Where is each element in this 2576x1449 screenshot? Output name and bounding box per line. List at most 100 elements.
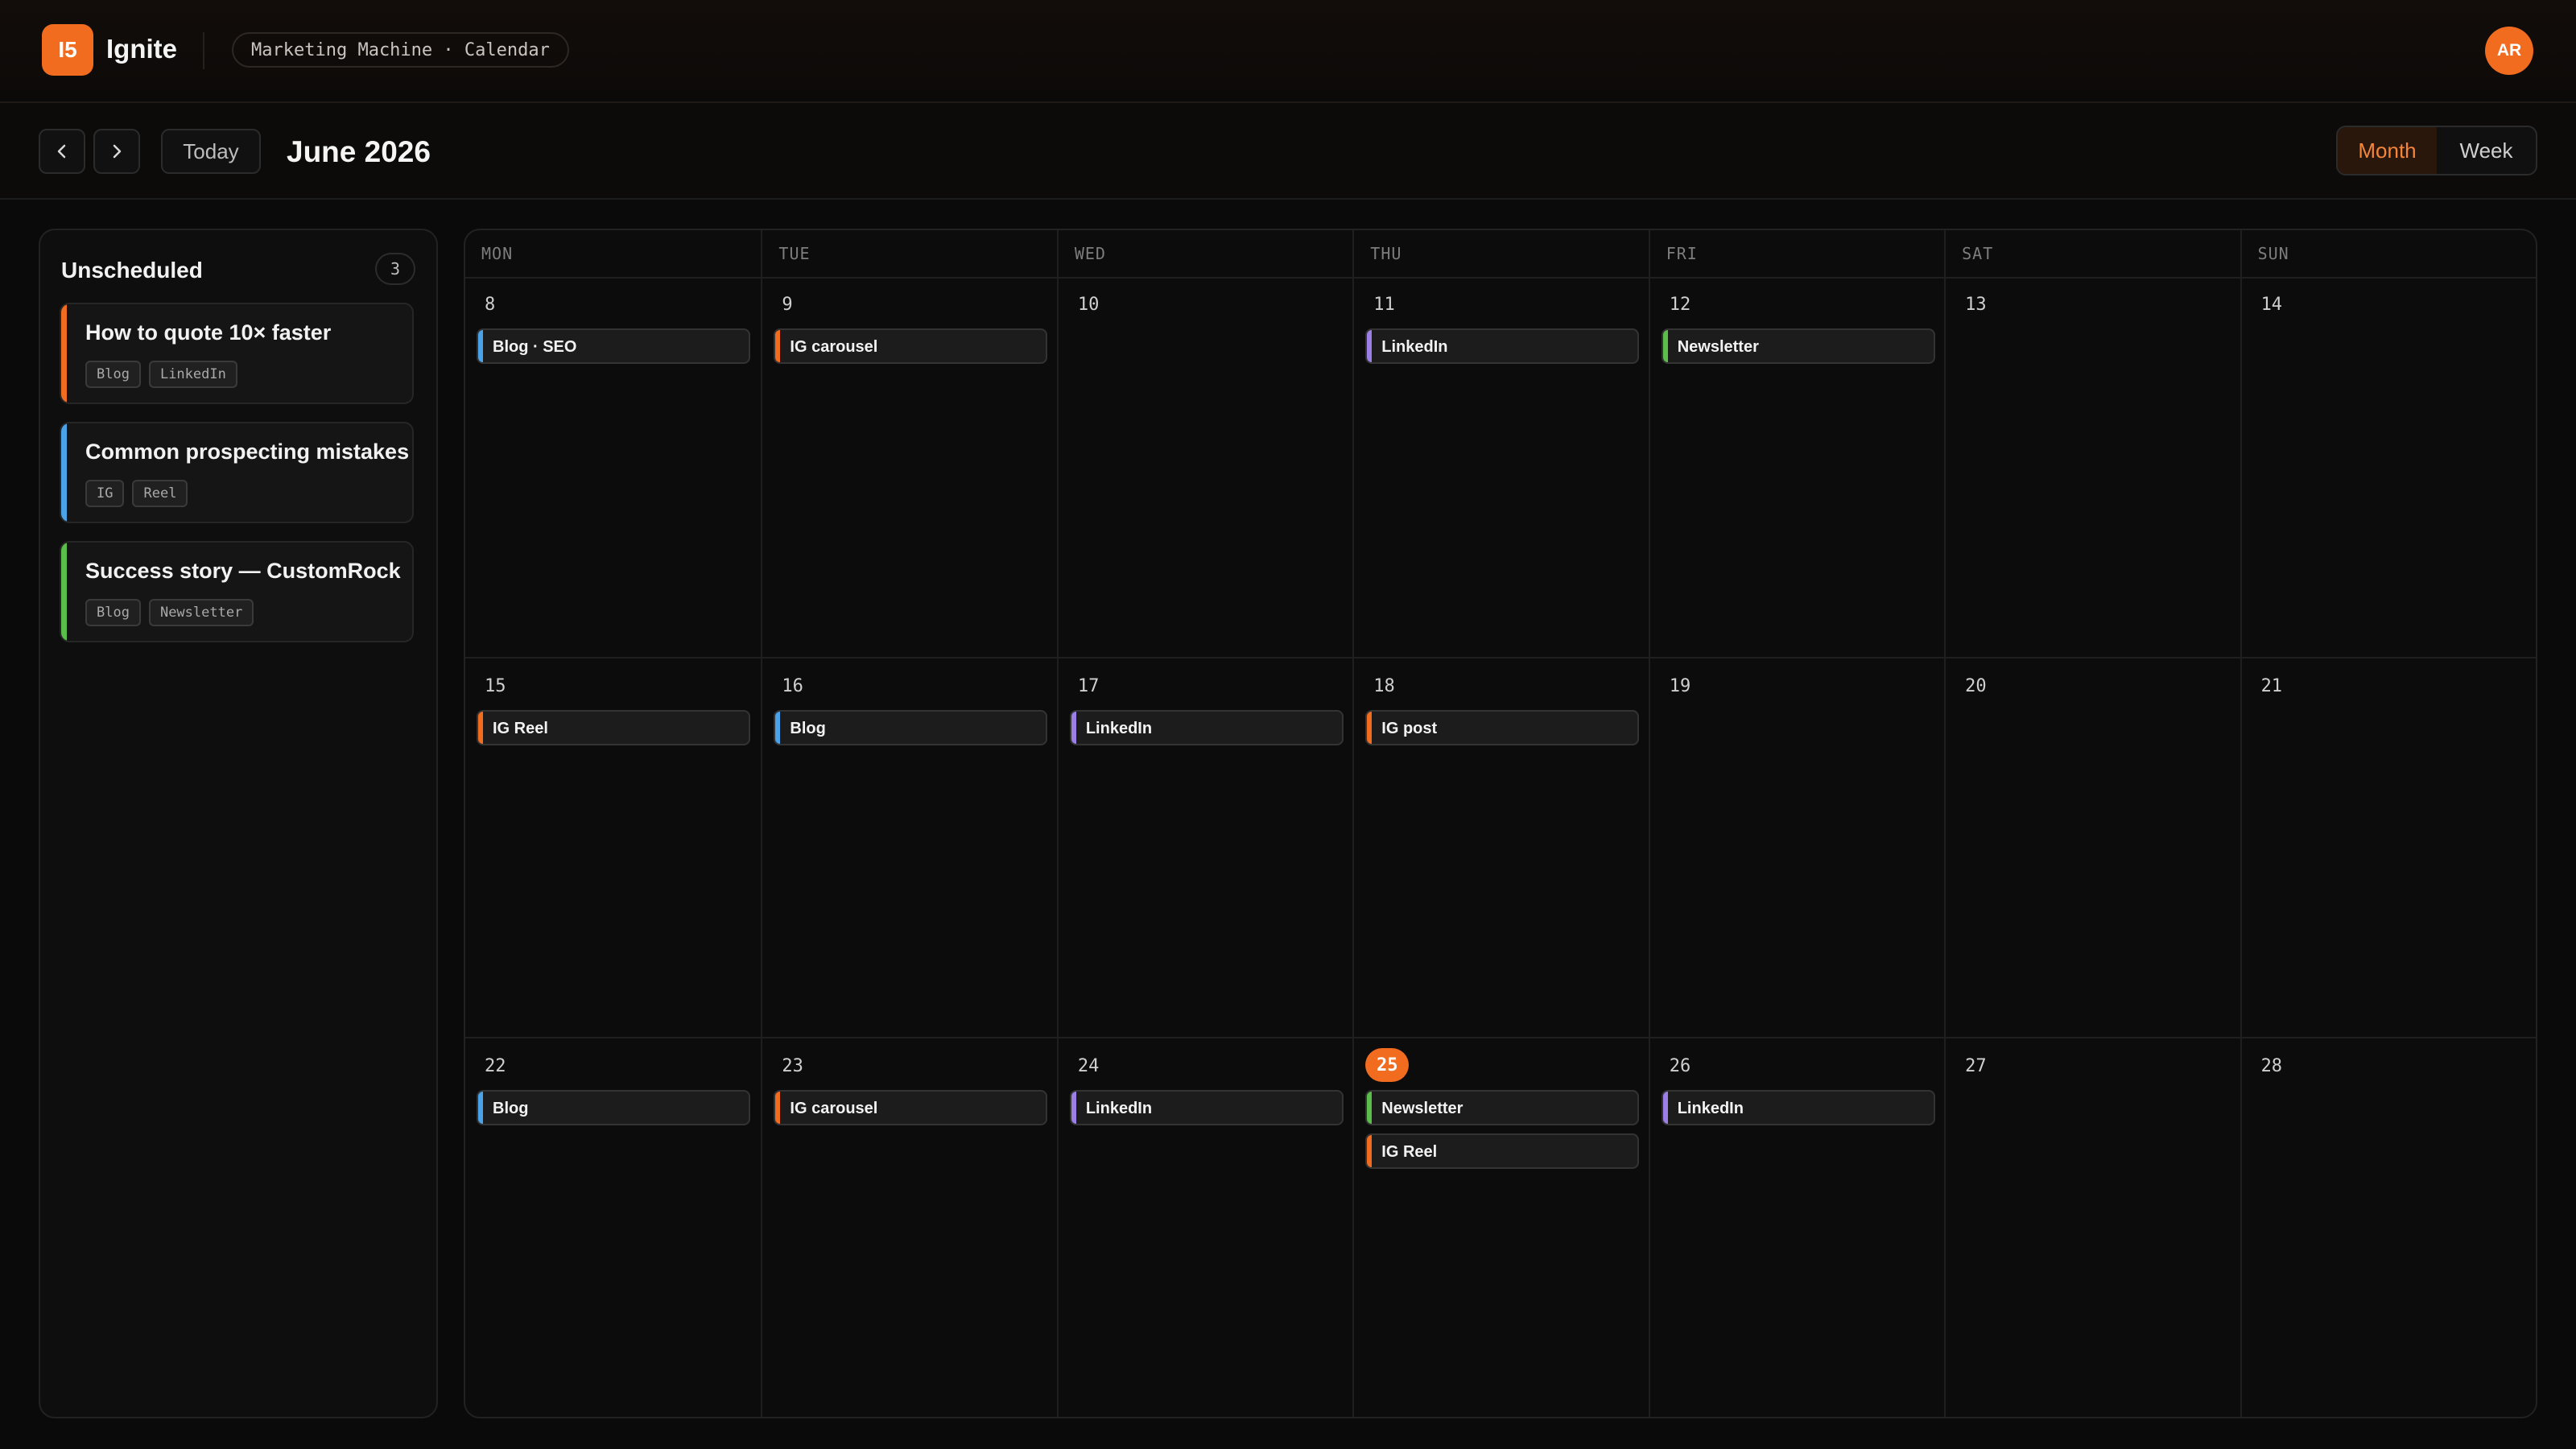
event-label: Newsletter [1381, 1100, 1463, 1117]
event-color-bar [1662, 1092, 1668, 1124]
day-cell[interactable]: 11 LinkedIn [1352, 277, 1648, 657]
event-chip[interactable]: IG Reel [1365, 1133, 1640, 1169]
day-cell[interactable]: 9 IG carousel [761, 277, 1056, 657]
tag: Reel [132, 480, 188, 507]
day-number: 11 [1373, 295, 1395, 315]
event-chip[interactable]: LinkedIn [1069, 710, 1344, 745]
event-chip[interactable]: Newsletter [1365, 1090, 1640, 1125]
day-cell[interactable]: 8 Blog · SEO [465, 277, 761, 657]
chevron-right-icon [113, 144, 122, 159]
top-bar: I5 Ignite Marketing Machine · Calendar A… [0, 0, 2576, 103]
day-cell[interactable]: 17 LinkedIn [1056, 657, 1353, 1037]
count-badge: 3 [375, 253, 415, 285]
day-number: 24 [1077, 1056, 1100, 1076]
unscheduled-card[interactable]: How to quote 10× faster Blog LinkedIn [60, 303, 414, 404]
day-cell[interactable]: 21 [2240, 657, 2536, 1037]
weekday-label: FRI [1648, 230, 1944, 277]
day-number: 9 [782, 295, 793, 315]
day-number: 22 [485, 1056, 506, 1076]
day-cell[interactable]: 18 IG post [1352, 657, 1649, 1037]
event-chip[interactable]: Blog [774, 710, 1048, 745]
day-cell[interactable]: 15 IG Reel [465, 657, 762, 1037]
event-color-bar [1367, 1135, 1373, 1167]
unscheduled-card[interactable]: Common prospecting mistakes IG Reel [60, 422, 414, 523]
day-cell[interactable]: 19 [1648, 657, 1945, 1037]
day-number: 23 [782, 1056, 803, 1076]
month-view-button[interactable]: Month [2338, 127, 2437, 174]
event-color-bar [775, 1092, 781, 1124]
day-cell[interactable]: 13 [1944, 277, 2240, 657]
event-color-bar [478, 330, 483, 362]
weekday-label: THU [1352, 230, 1648, 277]
event-chip[interactable]: IG Reel [477, 710, 750, 745]
panel-title: Unscheduled [61, 258, 203, 283]
event-chip[interactable]: IG post [1365, 710, 1640, 745]
day-cell[interactable]: 12 Newsletter [1648, 277, 1944, 657]
tag: IG [85, 480, 125, 507]
day-cell[interactable]: 26 LinkedIn [1648, 1037, 1945, 1417]
event-label: LinkedIn [1085, 720, 1153, 737]
day-cell[interactable]: 14 [2240, 277, 2536, 657]
chevron-left-icon [57, 144, 66, 159]
card-color-bar [61, 543, 67, 641]
view-toggle: Month Week [2336, 126, 2537, 175]
event-label: IG post [1381, 720, 1438, 737]
event-chip[interactable]: LinkedIn [1661, 1090, 1935, 1125]
event-color-bar [1367, 330, 1373, 362]
event-label: Newsletter [1677, 338, 1759, 356]
event-label: Blog [493, 1100, 529, 1117]
day-number: 15 [485, 676, 506, 696]
day-cell[interactable]: 27 [1944, 1037, 2240, 1417]
today-date-badge: 25 [1365, 1048, 1410, 1082]
day-number: 12 [1669, 295, 1691, 315]
event-label: IG carousel [790, 338, 878, 356]
day-cell[interactable]: 22 Blog [465, 1037, 762, 1417]
day-cell[interactable]: 25 Newsletter IG Reel [1352, 1037, 1649, 1417]
breadcrumb: Marketing Machine · Calendar [232, 32, 569, 68]
prev-month-button[interactable] [39, 129, 85, 174]
day-cell[interactable]: 20 [1944, 657, 2240, 1037]
event-chip[interactable]: Blog [477, 1090, 750, 1125]
event-label: LinkedIn [1677, 1100, 1744, 1117]
day-cell[interactable]: 10 [1056, 277, 1352, 657]
tag: LinkedIn [148, 361, 237, 388]
avatar[interactable]: AR [2485, 27, 2533, 75]
day-cell[interactable]: 23 IG carousel [761, 1037, 1057, 1417]
unscheduled-card[interactable]: Success story — CustomRock Blog Newsletter [60, 541, 414, 642]
event-chip[interactable]: LinkedIn [1365, 328, 1640, 364]
day-number: 20 [1965, 676, 1987, 696]
unscheduled-panel: Unscheduled 3 How to quote 10× faster Blo… [39, 229, 438, 1418]
event-color-bar [1662, 330, 1668, 362]
card-title: Success story — CustomRock [85, 559, 401, 583]
day-cell[interactable]: 28 [2240, 1037, 2536, 1417]
day-number: 19 [1669, 676, 1691, 696]
card-tags: IG Reel [85, 480, 188, 507]
app-logo[interactable]: I5 [42, 24, 93, 76]
next-month-button[interactable] [93, 129, 140, 174]
event-chip[interactable]: IG carousel [774, 1090, 1048, 1125]
card-tags: Blog Newsletter [85, 599, 254, 626]
event-chip[interactable]: Newsletter [1661, 328, 1935, 364]
day-number: 17 [1077, 676, 1100, 696]
event-color-bar [1071, 1092, 1076, 1124]
event-label: IG Reel [493, 720, 548, 737]
event-label: LinkedIn [1085, 1100, 1153, 1117]
divider [203, 32, 204, 69]
event-color-bar [478, 712, 483, 744]
event-color-bar [775, 330, 781, 362]
weekday-label: SAT [1944, 230, 2240, 277]
event-color-bar [1367, 712, 1373, 744]
event-color-bar [478, 1092, 483, 1124]
day-cell[interactable]: 24 LinkedIn [1056, 1037, 1353, 1417]
week-view-button[interactable]: Week [2437, 127, 2536, 174]
event-chip[interactable]: IG carousel [774, 328, 1048, 364]
day-cell[interactable]: 16 Blog [761, 657, 1057, 1037]
event-chip[interactable]: Blog · SEO [477, 328, 750, 364]
day-number: 27 [1965, 1056, 1987, 1076]
event-chip[interactable]: LinkedIn [1069, 1090, 1344, 1125]
day-number: 13 [1965, 295, 1987, 315]
day-number: 8 [485, 295, 496, 315]
today-button[interactable]: Today [161, 129, 261, 174]
card-color-bar [61, 423, 67, 522]
day-number: 26 [1669, 1056, 1691, 1076]
